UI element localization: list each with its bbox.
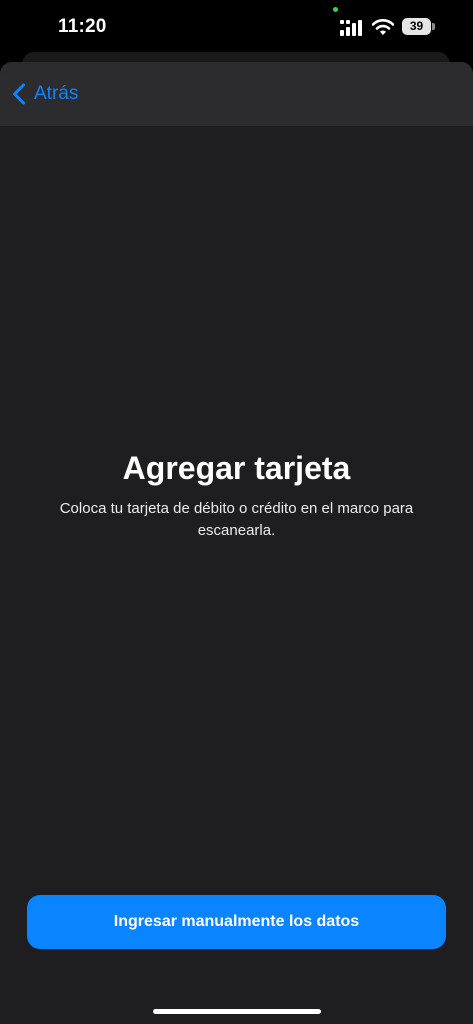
camera-indicator-icon — [333, 7, 338, 12]
status-time: 11:20 — [58, 16, 107, 37]
page-subtitle: Coloca tu tarjeta de débito o crédito en… — [59, 500, 414, 539]
manual-entry-button[interactable]: Ingresar manualmente los datos — [27, 895, 446, 949]
chevron-left-icon — [13, 83, 25, 105]
status-bar: 11:20 39 — [0, 0, 473, 56]
back-button[interactable]: Atrás — [12, 80, 78, 108]
home-indicator[interactable] — [153, 1009, 321, 1014]
wifi-icon — [372, 19, 394, 35]
battery-cap — [432, 23, 435, 30]
signal-icon — [340, 20, 362, 36]
battery-level: 39 — [402, 18, 431, 35]
navigation-bar: Atrás — [0, 62, 473, 126]
battery-icon: 39 — [402, 18, 436, 36]
back-label: Atrás — [34, 83, 79, 104]
add-card-sheet: Atrás Agregar tarjeta Coloca tu tarjeta … — [0, 62, 473, 1024]
page-title: Agregar tarjeta — [122, 450, 351, 486]
